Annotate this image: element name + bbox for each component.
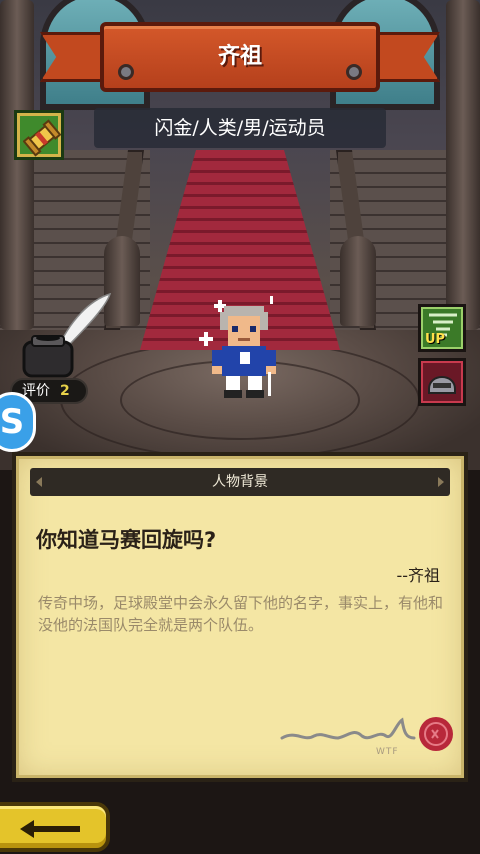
scroll-button[interactable] [14,110,64,160]
pillar-left [0,0,34,330]
quote-author: --齐祖 [396,566,440,585]
inkpot-quill-icon [22,292,112,378]
rating-widget[interactable]: 评价 2 [10,290,120,410]
header-ornament-left [36,477,42,487]
helmet-icon [428,376,456,394]
rating-value: 2 [60,383,70,399]
newel-post-right [340,236,376,326]
character-traits: 闪金/人类/男/运动员 [94,108,386,148]
assistant-float-button[interactable]: S [0,392,36,452]
header-ornament-right [438,477,444,487]
character-bio: 传奇中场，足球殿堂中会永久留下他的名字，事实上，有他和没他的法国队完全就是两个队… [38,594,444,634]
back-arrow-icon [20,820,80,838]
pillar-right [446,0,480,330]
wax-seal-icon [419,717,453,751]
back-button[interactable] [0,802,110,852]
signature-caption: WTF [376,747,399,757]
panel-header: 人物背景 [30,468,450,496]
background-panel: 人物背景 你知道马赛回旋吗? --齐祖 传奇中场，足球殿堂中会永久留下他的名字，… [12,452,468,782]
panel-title: 人物背景 [212,474,268,490]
scroll-icon [23,119,61,157]
character-name: 齐祖 [217,44,262,69]
title-banner: 齐祖 [40,14,440,100]
equipment-button[interactable] [418,358,466,406]
upgrade-label: UP [425,332,446,347]
character-quote: 你知道马赛回旋吗? [36,528,217,552]
upgrade-button[interactable]: UP [418,304,466,352]
character-sprite [199,296,276,398]
signature-image [280,717,453,751]
